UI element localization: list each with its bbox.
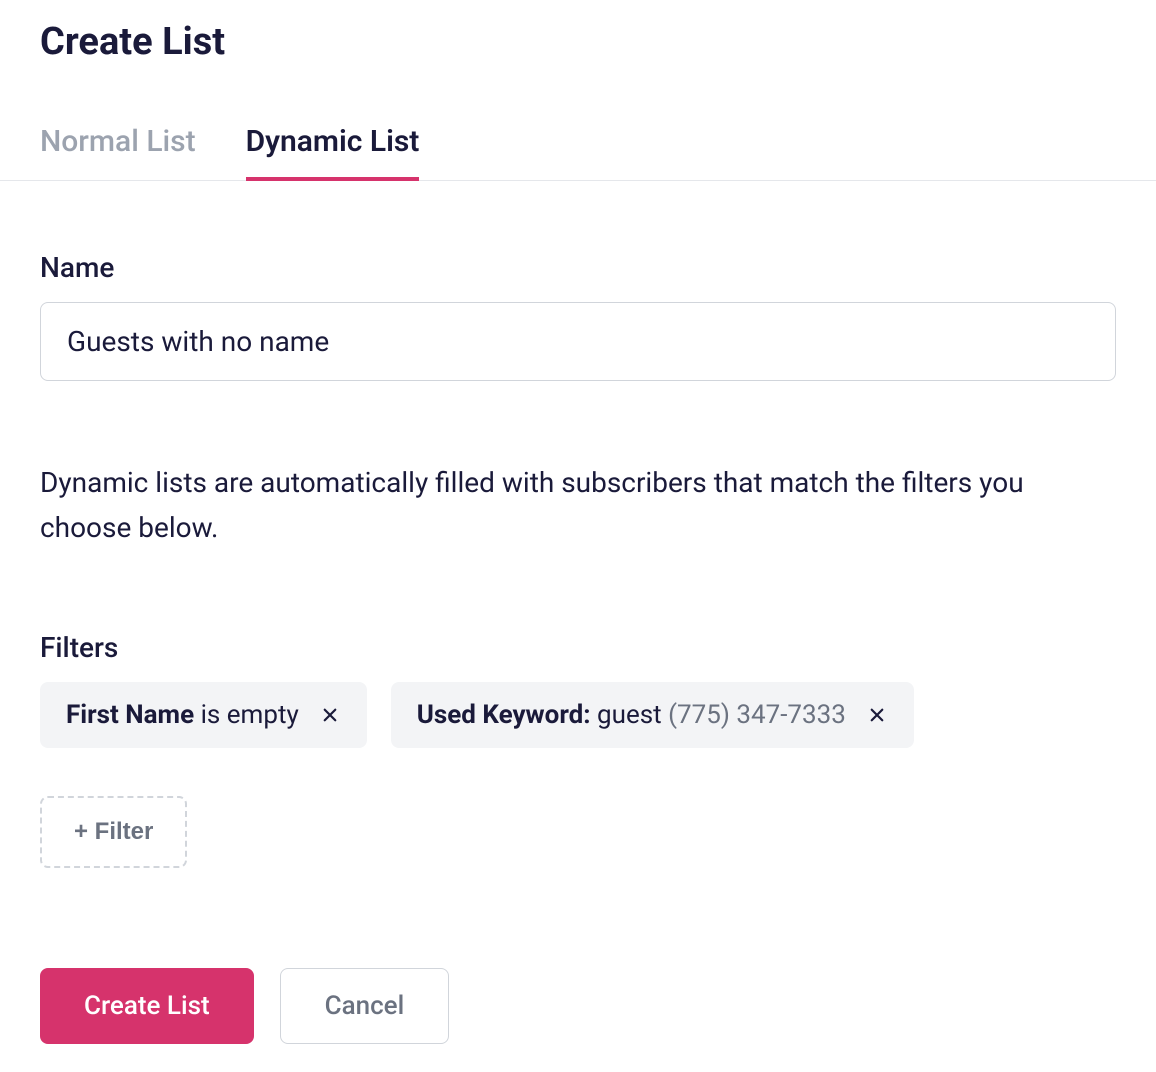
filter-chips-row: First Name is empty Used Keyword: guest … bbox=[40, 682, 1116, 868]
filter-chip[interactable]: Used Keyword: guest (775) 347-7333 bbox=[391, 682, 914, 748]
close-icon[interactable] bbox=[319, 706, 341, 724]
add-filter-button[interactable]: + Filter bbox=[40, 796, 187, 868]
close-icon[interactable] bbox=[866, 706, 888, 724]
filters-label: Filters bbox=[40, 631, 1116, 664]
actions-row: Create List Cancel bbox=[0, 968, 1156, 1044]
filter-condition: is empty bbox=[201, 700, 299, 730]
create-list-button[interactable]: Create List bbox=[40, 968, 254, 1044]
filter-field: Used Keyword: bbox=[417, 700, 591, 730]
cancel-button[interactable]: Cancel bbox=[280, 968, 450, 1044]
name-label: Name bbox=[40, 251, 1116, 284]
tab-normal-list[interactable]: Normal List bbox=[40, 124, 196, 181]
filter-extra: (775) 347-7333 bbox=[668, 700, 846, 730]
filter-chip[interactable]: First Name is empty bbox=[40, 682, 367, 748]
form-content: Name Dynamic lists are automatically fil… bbox=[0, 181, 1156, 868]
tab-dynamic-list[interactable]: Dynamic List bbox=[246, 124, 420, 181]
tabs-container: Normal List Dynamic List bbox=[0, 64, 1156, 181]
name-input[interactable] bbox=[40, 302, 1116, 381]
dynamic-list-description: Dynamic lists are automatically filled w… bbox=[40, 461, 1100, 551]
page-title: Create List bbox=[0, 0, 1156, 64]
filter-field: First Name bbox=[66, 700, 194, 730]
filters-section: Filters First Name is empty Used Keyword… bbox=[40, 631, 1116, 868]
filter-condition: guest bbox=[597, 700, 662, 730]
